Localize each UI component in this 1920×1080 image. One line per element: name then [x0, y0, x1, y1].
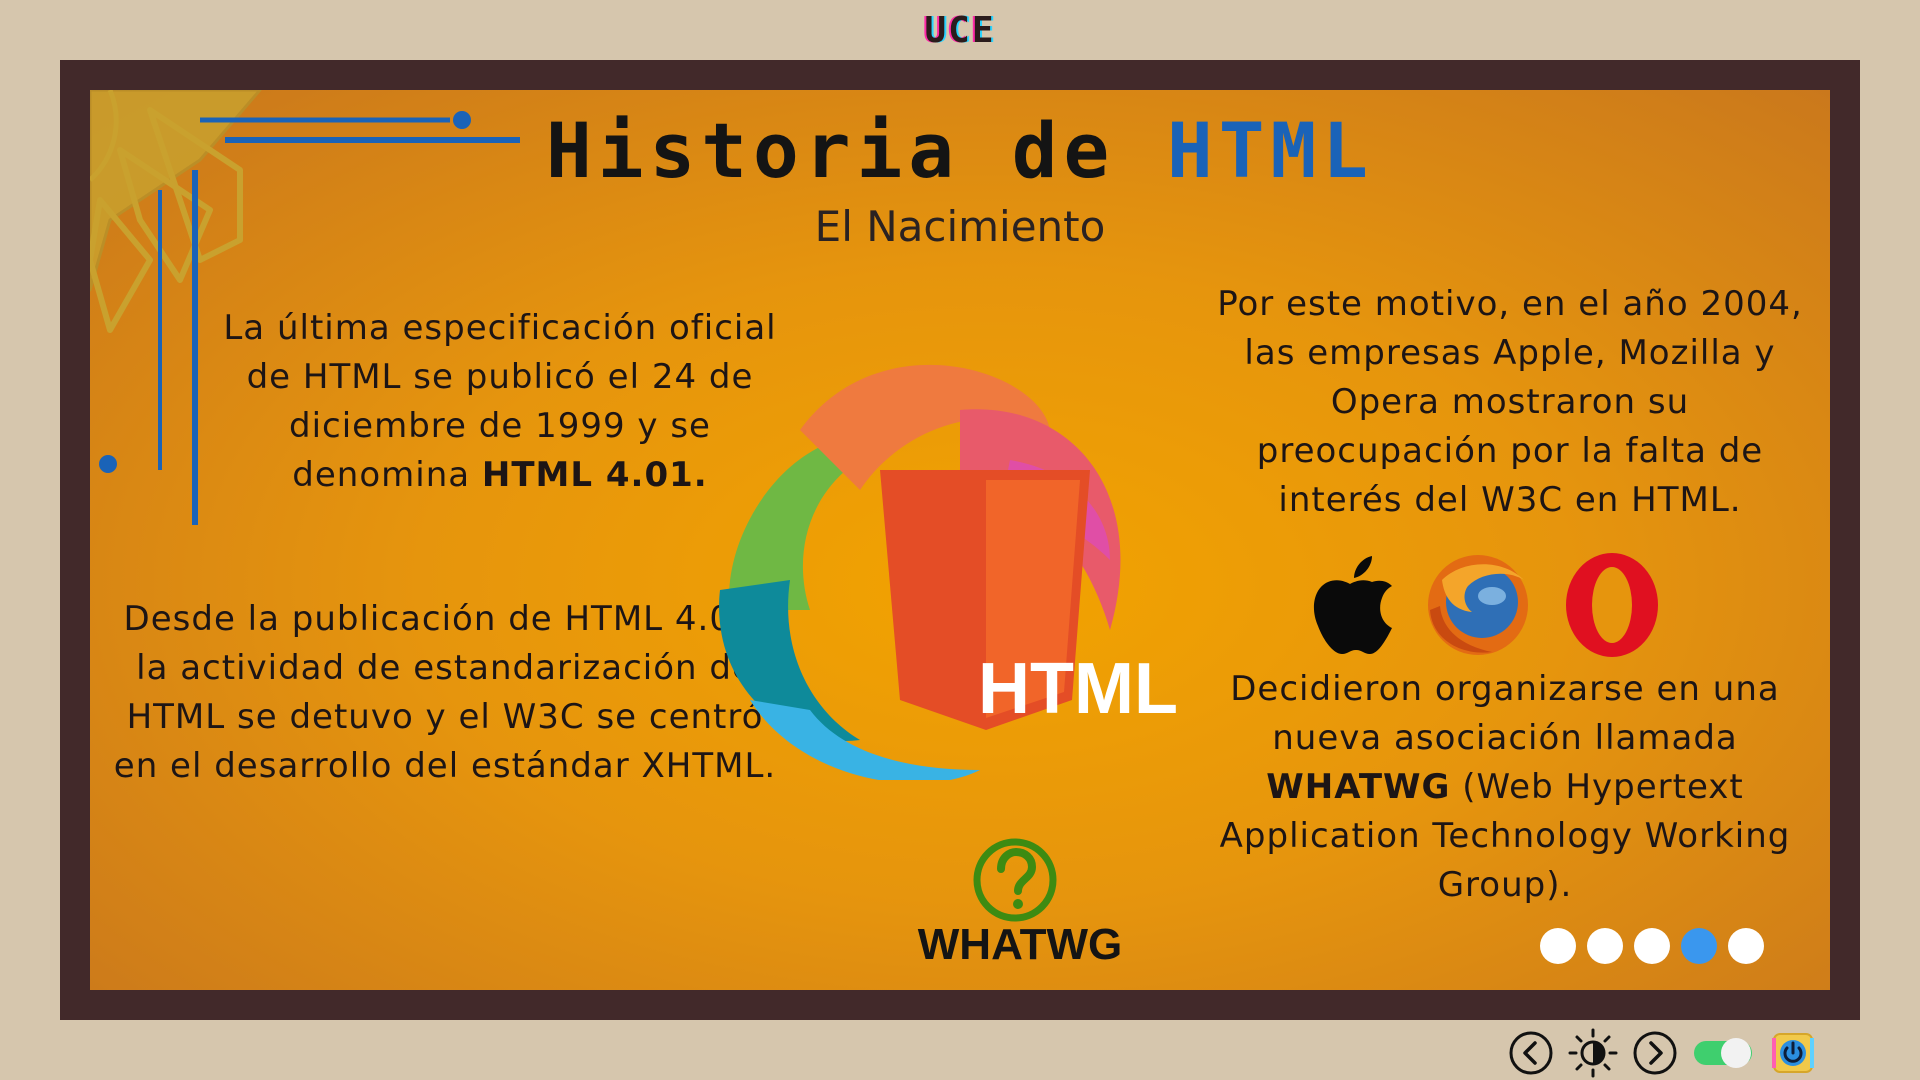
slide-content: Historia de HTML El Nacimiento La última…	[90, 90, 1830, 990]
pagination-dot-2[interactable]	[1587, 928, 1623, 964]
brand-logo: UCE	[924, 10, 996, 51]
slide-frame: Historia de HTML El Nacimiento La última…	[60, 60, 1860, 1020]
paragraph-html401-bold: HTML 4.01.	[481, 455, 708, 495]
page-title-accent: HTML	[1167, 106, 1375, 195]
paragraph-whatwg-bold: WHATWG	[1266, 767, 1451, 807]
firefox-icon	[1428, 555, 1528, 655]
paragraph-2004: Por este motivo, en el año 2004, las emp…	[1217, 284, 1803, 520]
pagination-dot-3[interactable]	[1634, 928, 1670, 964]
question-circle-icon	[973, 838, 1057, 922]
opera-icon	[1566, 553, 1658, 657]
paragraph-whatwg: Decidieron organizarse en una nueva asoc…	[1210, 665, 1800, 910]
pagination-dot-1[interactable]	[1540, 928, 1576, 964]
toggle-switch[interactable]	[1692, 1035, 1756, 1071]
browser-logos	[1313, 553, 1658, 657]
paragraph-xhtml: Desde la publicación de HTML 4.01, la ac…	[113, 599, 777, 786]
chevron-right-icon[interactable]	[1632, 1030, 1678, 1076]
pagination-dot-5[interactable]	[1728, 928, 1764, 964]
control-bar	[1508, 1028, 1816, 1078]
whatwg-label: WHATWG	[917, 920, 1123, 969]
power-icon[interactable]	[1770, 1028, 1816, 1078]
paragraph-whatwg-before: Decidieron organizarse en una nueva asoc…	[1230, 669, 1780, 758]
html-badge-label: HTML	[978, 649, 1178, 729]
apple-icon	[1313, 556, 1392, 654]
page-title: Historia de HTML	[90, 106, 1830, 195]
page-subtitle: El Nacimiento	[814, 202, 1106, 251]
chevron-left-icon[interactable]	[1508, 1030, 1554, 1076]
sun-icon[interactable]	[1568, 1028, 1618, 1078]
page-title-main: Historia de	[545, 106, 1168, 195]
slide-pagination	[1540, 928, 1764, 964]
pagination-dot-4[interactable]	[1681, 928, 1717, 964]
